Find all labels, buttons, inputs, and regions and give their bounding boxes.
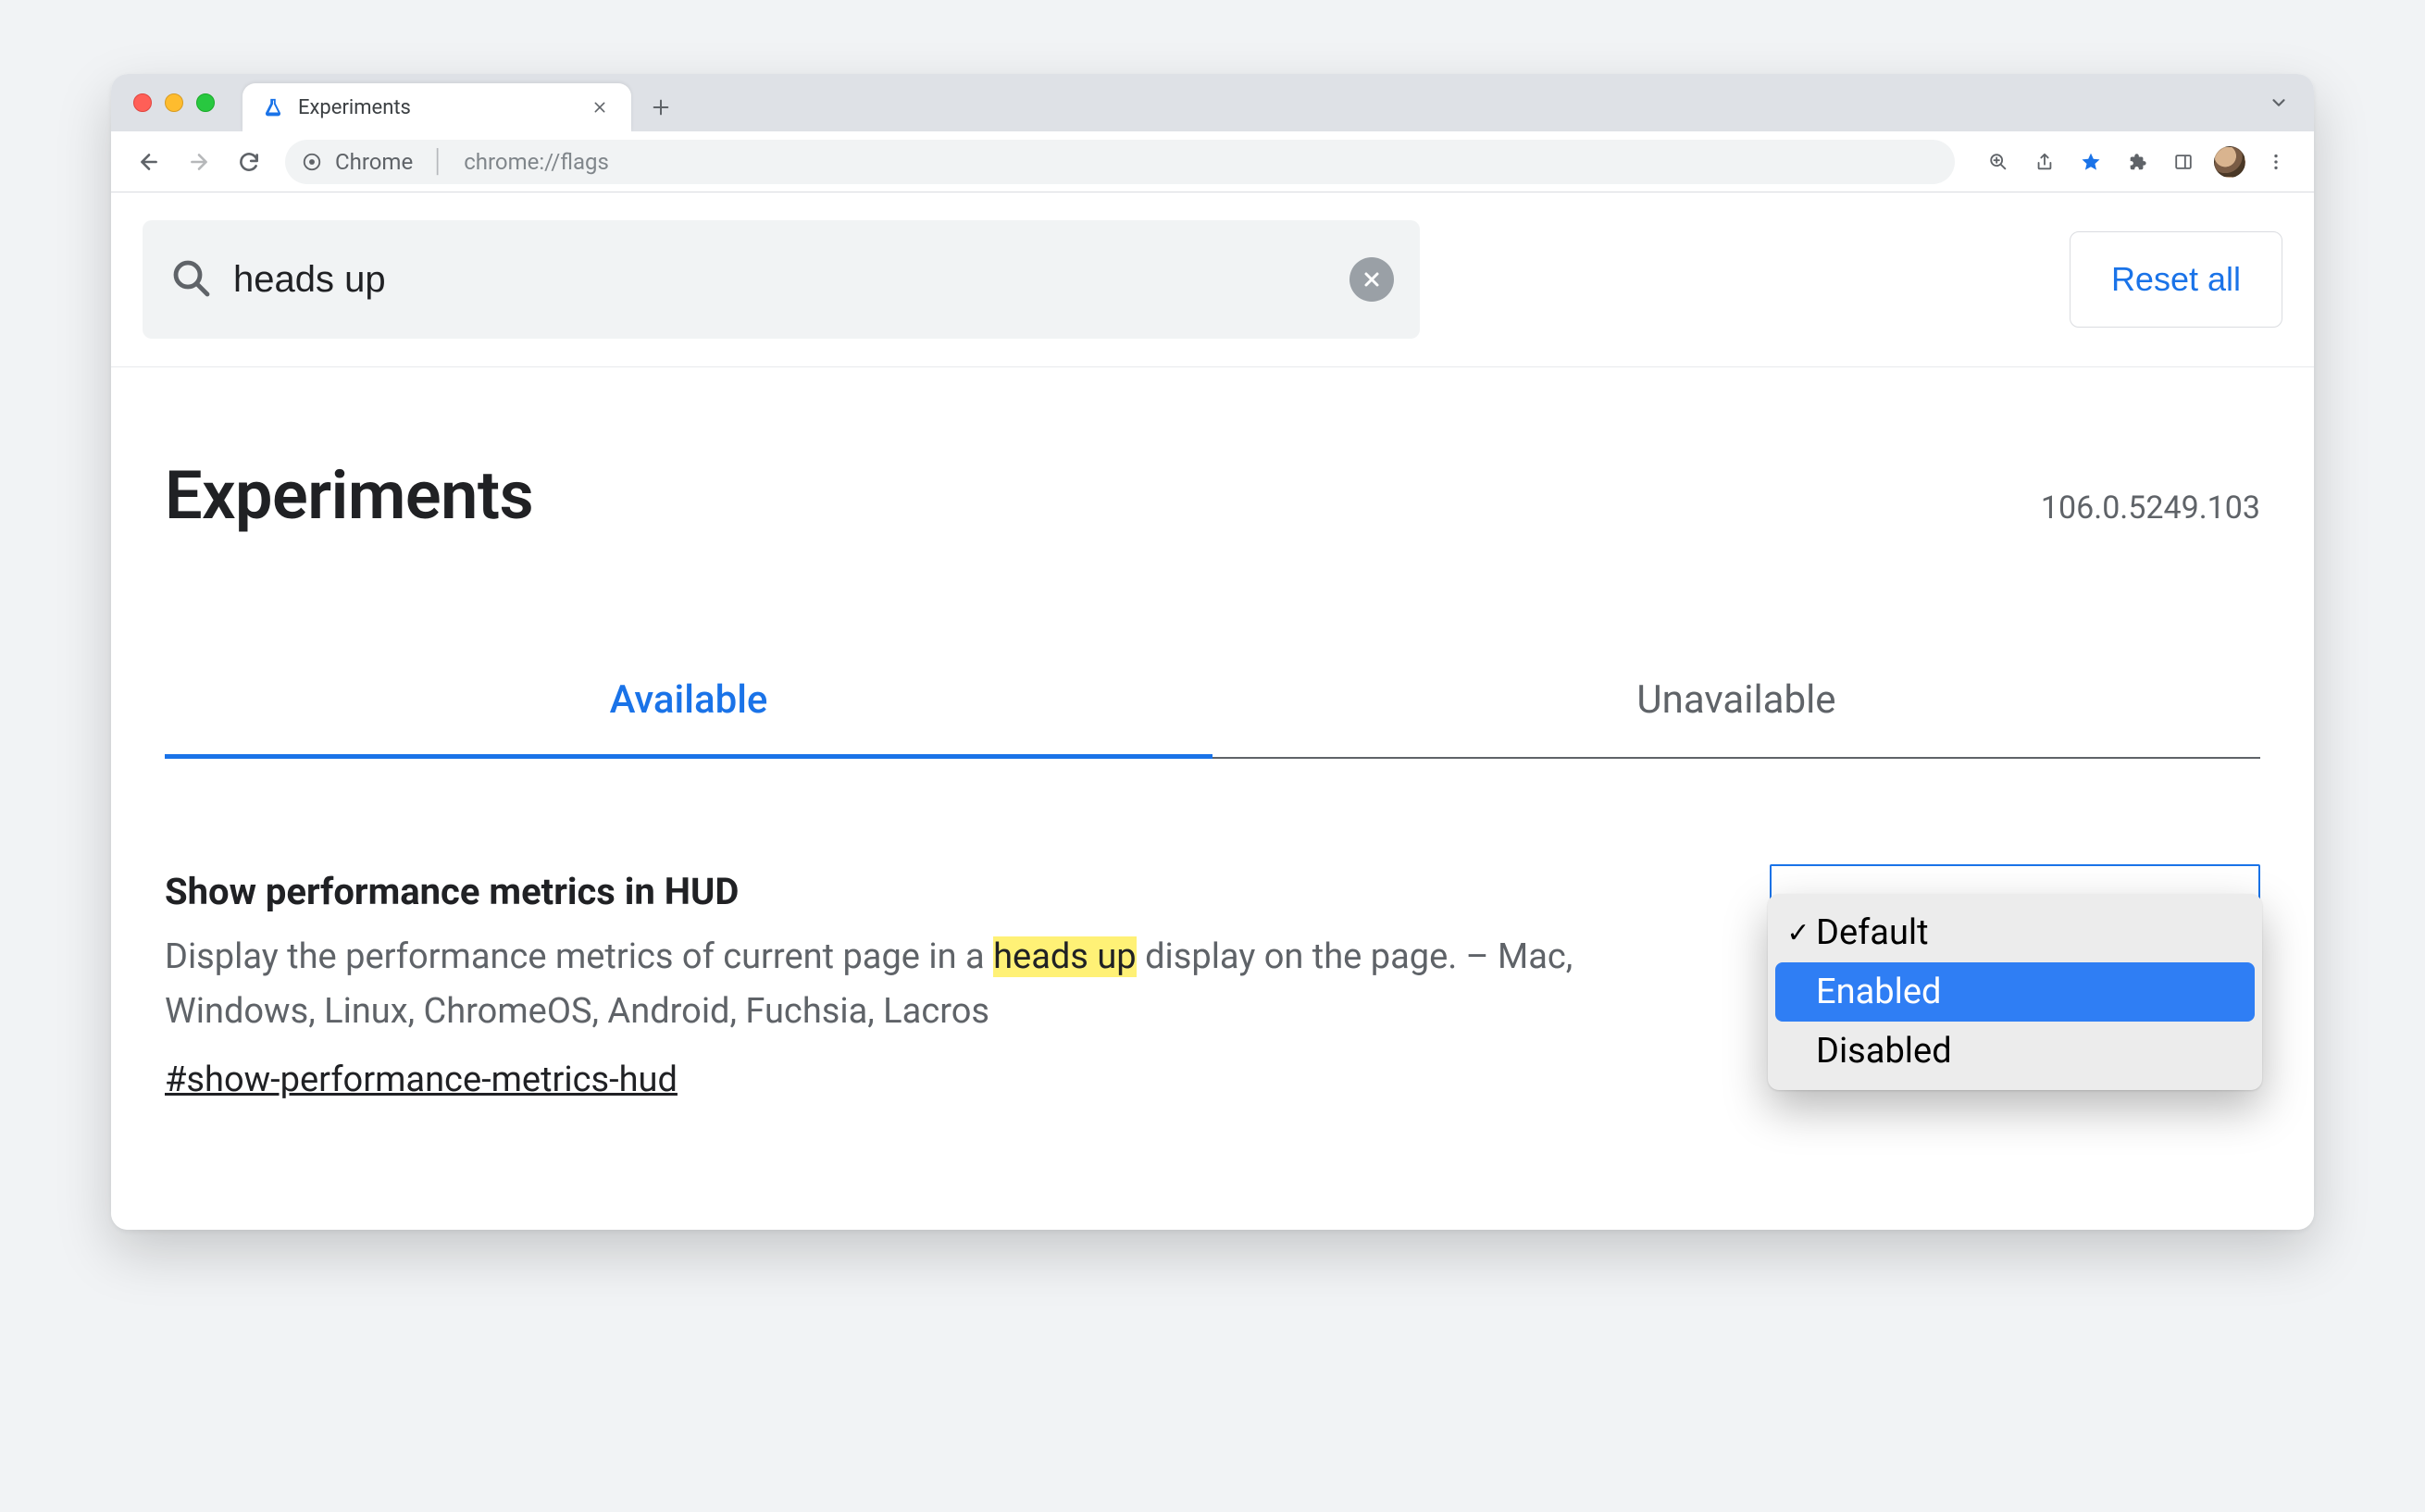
- side-panel-icon[interactable]: [2162, 141, 2205, 183]
- flags-topbar: Reset all: [111, 192, 2314, 367]
- back-button[interactable]: [128, 141, 170, 183]
- new-tab-button[interactable]: [640, 87, 681, 128]
- tab-close-button[interactable]: [587, 94, 613, 120]
- tab-unavailable[interactable]: Unavailable: [1212, 646, 2260, 759]
- address-origin: Chrome: [335, 149, 413, 175]
- share-icon[interactable]: [2023, 141, 2066, 183]
- chrome-logo-icon: [302, 152, 322, 172]
- window-maximize-button[interactable]: [196, 93, 215, 112]
- browser-tab[interactable]: Experiments: [242, 83, 631, 131]
- chrome-version: 106.0.5249.103: [2041, 490, 2260, 527]
- browser-window: Experiments: [111, 74, 2314, 1230]
- tab-title: Experiments: [298, 96, 574, 119]
- flags-tabs: Available Unavailable: [111, 646, 2314, 759]
- flag-title: Show performance metrics in HUD: [165, 870, 1609, 913]
- flag-anchor-link[interactable]: #show-performance-metrics-hud: [165, 1060, 678, 1100]
- window-minimize-button[interactable]: [165, 93, 183, 112]
- search-field-wrap: [143, 220, 1420, 339]
- forward-button[interactable]: [178, 141, 220, 183]
- flag-select-dropdown: ✓ Default Enabled Disabled: [1768, 894, 2262, 1090]
- flag-desc-highlight: heads up: [993, 936, 1137, 977]
- address-path: chrome://flags: [464, 149, 609, 175]
- browser-toolbar: Chrome │ chrome://flags: [111, 131, 2314, 192]
- search-input[interactable]: [233, 259, 1329, 301]
- check-icon: ✓: [1785, 917, 1812, 949]
- flag-option-label: Enabled: [1816, 972, 1941, 1012]
- page-content: Reset all Experiments 106.0.5249.103 Ava…: [111, 192, 2314, 1230]
- address-bar[interactable]: Chrome │ chrome://flags: [285, 140, 1955, 184]
- tab-strip: Experiments: [111, 74, 2314, 131]
- clear-search-button[interactable]: [1349, 257, 1394, 302]
- flag-option-label: Default: [1816, 912, 1929, 953]
- flag-option-label: Disabled: [1816, 1031, 1952, 1072]
- flask-icon: [261, 95, 285, 119]
- kebab-menu-icon[interactable]: [2255, 141, 2297, 183]
- profile-avatar[interactable]: [2208, 141, 2251, 183]
- flag-select-wrap: ✓ Default Enabled Disabled: [1770, 864, 2260, 918]
- flag-desc-before: Display the performance metrics of curre…: [165, 936, 993, 977]
- window-controls: [133, 74, 242, 131]
- tab-overflow-button[interactable]: [2260, 84, 2297, 121]
- window-close-button[interactable]: [133, 93, 152, 112]
- reset-all-button[interactable]: Reset all: [2070, 231, 2282, 328]
- flag-option-enabled[interactable]: Enabled: [1775, 962, 2255, 1022]
- zoom-icon[interactable]: [1977, 141, 2020, 183]
- flag-option-disabled[interactable]: Disabled: [1775, 1022, 2255, 1081]
- extensions-icon[interactable]: [2116, 141, 2158, 183]
- address-separator: │: [431, 148, 445, 175]
- page-title: Experiments: [165, 456, 533, 535]
- search-icon: [168, 255, 213, 304]
- flag-entry: Show performance metrics in HUD Display …: [111, 759, 2314, 1100]
- tab-available[interactable]: Available: [165, 646, 1212, 759]
- flag-option-default[interactable]: ✓ Default: [1775, 903, 2255, 962]
- bookmark-star-icon[interactable]: [2070, 141, 2112, 183]
- reload-button[interactable]: [228, 141, 270, 183]
- flag-description: Display the performance metrics of curre…: [165, 930, 1609, 1039]
